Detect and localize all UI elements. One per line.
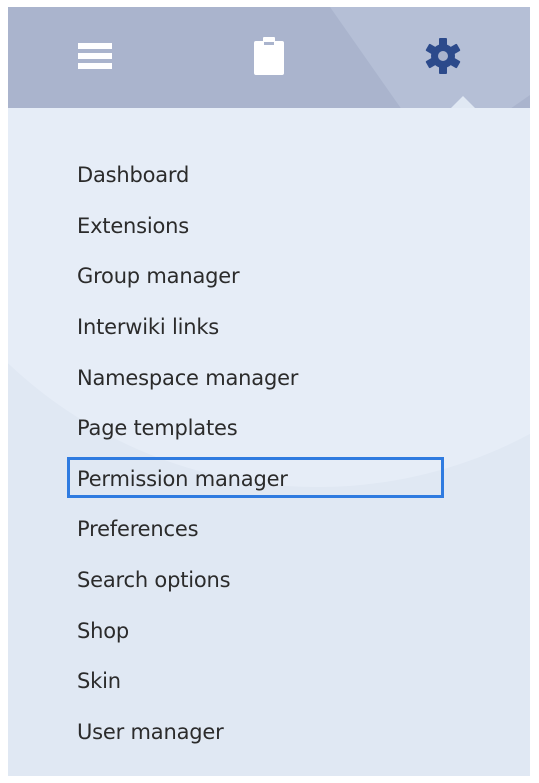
tab-clipboard[interactable]: [182, 7, 356, 108]
hamburger-menu-icon: [78, 42, 112, 73]
list-item[interactable]: Skin: [75, 656, 515, 707]
menu-item-permission-manager[interactable]: Permission manager: [75, 467, 288, 491]
list-item[interactable]: Page templates: [75, 403, 515, 454]
tab-settings[interactable]: [356, 7, 530, 108]
list-item[interactable]: Dashboard: [75, 150, 515, 201]
settings-menu-list: Dashboard Extensions Group manager Inter…: [75, 150, 515, 757]
menu-item-preferences[interactable]: Preferences: [75, 517, 199, 541]
menu-item-extensions[interactable]: Extensions: [75, 214, 189, 238]
list-item[interactable]: Permission manager: [75, 454, 515, 505]
menu-item-search-options[interactable]: Search options: [75, 568, 231, 592]
list-item[interactable]: User manager: [75, 707, 515, 758]
menu-item-skin[interactable]: Skin: [75, 669, 121, 693]
gear-icon: [425, 37, 461, 78]
list-item[interactable]: Shop: [75, 605, 515, 656]
list-item[interactable]: Preferences: [75, 504, 515, 555]
menu-item-dashboard[interactable]: Dashboard: [75, 163, 189, 187]
clipboard-icon: [254, 36, 284, 79]
list-item[interactable]: Interwiki links: [75, 302, 515, 353]
menu-item-user-manager[interactable]: User manager: [75, 720, 224, 744]
list-item[interactable]: Search options: [75, 555, 515, 606]
menu-item-shop[interactable]: Shop: [75, 619, 129, 643]
menu-item-namespace-manager[interactable]: Namespace manager: [75, 366, 298, 390]
flyout-toolbar: [8, 7, 530, 108]
active-tab-caret: [451, 96, 475, 108]
list-item[interactable]: Group manager: [75, 251, 515, 302]
menu-item-interwiki-links[interactable]: Interwiki links: [75, 315, 219, 339]
list-item[interactable]: Extensions: [75, 201, 515, 252]
tab-list[interactable]: [8, 7, 182, 108]
list-item[interactable]: Namespace manager: [75, 352, 515, 403]
menu-item-page-templates[interactable]: Page templates: [75, 416, 238, 440]
menu-item-group-manager[interactable]: Group manager: [75, 264, 240, 288]
